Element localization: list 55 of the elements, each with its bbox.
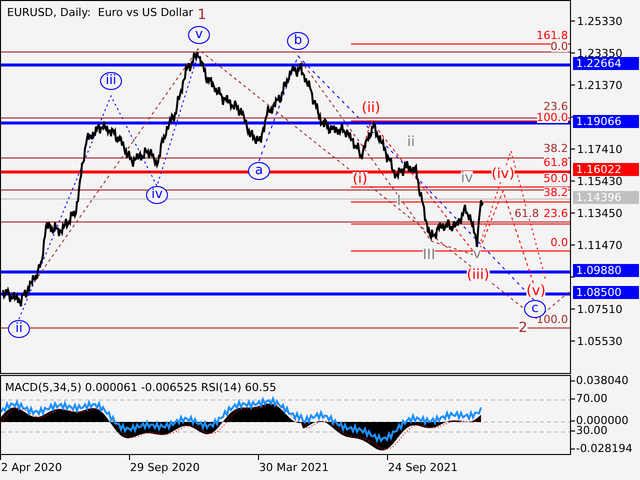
wave-label: v <box>472 247 482 261</box>
price-scale-label: 1.13450 <box>577 208 622 219</box>
fib-level-label: 23.6 <box>544 101 568 112</box>
wave-label: iv <box>460 171 474 185</box>
fib-level-label: 161.8 <box>536 30 568 41</box>
price-tag: 1.19066 <box>573 115 639 128</box>
fib-level-label: 100.0 <box>536 112 568 123</box>
indicator-scale-label: 70.00 <box>576 393 608 404</box>
price-scale-label: 1.15430 <box>577 176 622 187</box>
price-scale-label: 1.17410 <box>577 144 622 155</box>
wave-label: ii <box>8 320 30 338</box>
price-tag: 1.22664 <box>573 57 639 70</box>
wave-label: 2 <box>518 321 528 335</box>
indicator-scale-label: -0.028194 <box>576 443 632 454</box>
wave-label: iv <box>146 186 168 204</box>
fib-level-label: 38.2 <box>544 143 568 154</box>
price-scale-label: 1.23350 <box>577 48 622 59</box>
indicator-scale-label: 0.000000 <box>576 415 628 426</box>
time-axis-label: 29 Sep 2020 <box>130 461 200 474</box>
wave-label: (iii) <box>466 268 490 282</box>
fib-level-label: 61.8 <box>514 208 539 219</box>
fib-level-label: 38.2 <box>544 187 568 198</box>
fib-level-label: 0.0 <box>550 237 568 248</box>
fib-level-label: 23.6 <box>544 208 568 219</box>
price-scale-label: 1.11470 <box>577 240 622 251</box>
fib-level-label: 50.0 <box>544 173 568 184</box>
chart-title: EURUSD, Daily: Euro vs US Dollar <box>7 6 194 19</box>
indicator-scale-label: 30.00 <box>576 425 608 436</box>
time-axis-label: 30 Mar 2021 <box>259 461 329 474</box>
indicator-scale-label: 0.038040 <box>576 375 628 386</box>
wave-label: (i) <box>352 172 368 186</box>
wave-label: (v) <box>526 284 546 298</box>
wave-label: III <box>422 248 436 262</box>
price-tag: 1.16022 <box>573 163 639 176</box>
wave-label: a <box>248 162 270 180</box>
fib-level-label: 0.0 <box>550 41 568 52</box>
time-axis-label: 24 Sep 2021 <box>388 461 458 474</box>
wave-label: ii <box>407 135 415 149</box>
wave-label: 1 <box>198 8 206 22</box>
wave-label: v <box>188 26 210 44</box>
wave-label: iii <box>100 72 122 90</box>
wave-label: I <box>396 194 402 208</box>
wave-label: b <box>287 32 309 50</box>
price-tag: 1.09880 <box>573 264 639 277</box>
price-scale-label: 1.05530 <box>577 336 622 347</box>
price-scale-label: 1.21370 <box>577 80 622 91</box>
price-tag: 1.08500 <box>573 286 639 299</box>
price-tag: 1.14396 <box>573 191 639 204</box>
price-scale-label: 1.07510 <box>577 304 622 315</box>
indicator-title: MACD(5,34,5) 0.000061 -0.006525 RSI(14) 60.55 <box>5 381 276 394</box>
wave-label: (iv) <box>491 167 515 181</box>
fib-level-label: 61.8 <box>544 157 568 168</box>
time-axis-label: 2 Apr 2020 <box>1 461 62 474</box>
wave-label: (ii) <box>362 101 380 115</box>
price-scale-label: 1.25330 <box>577 16 622 27</box>
